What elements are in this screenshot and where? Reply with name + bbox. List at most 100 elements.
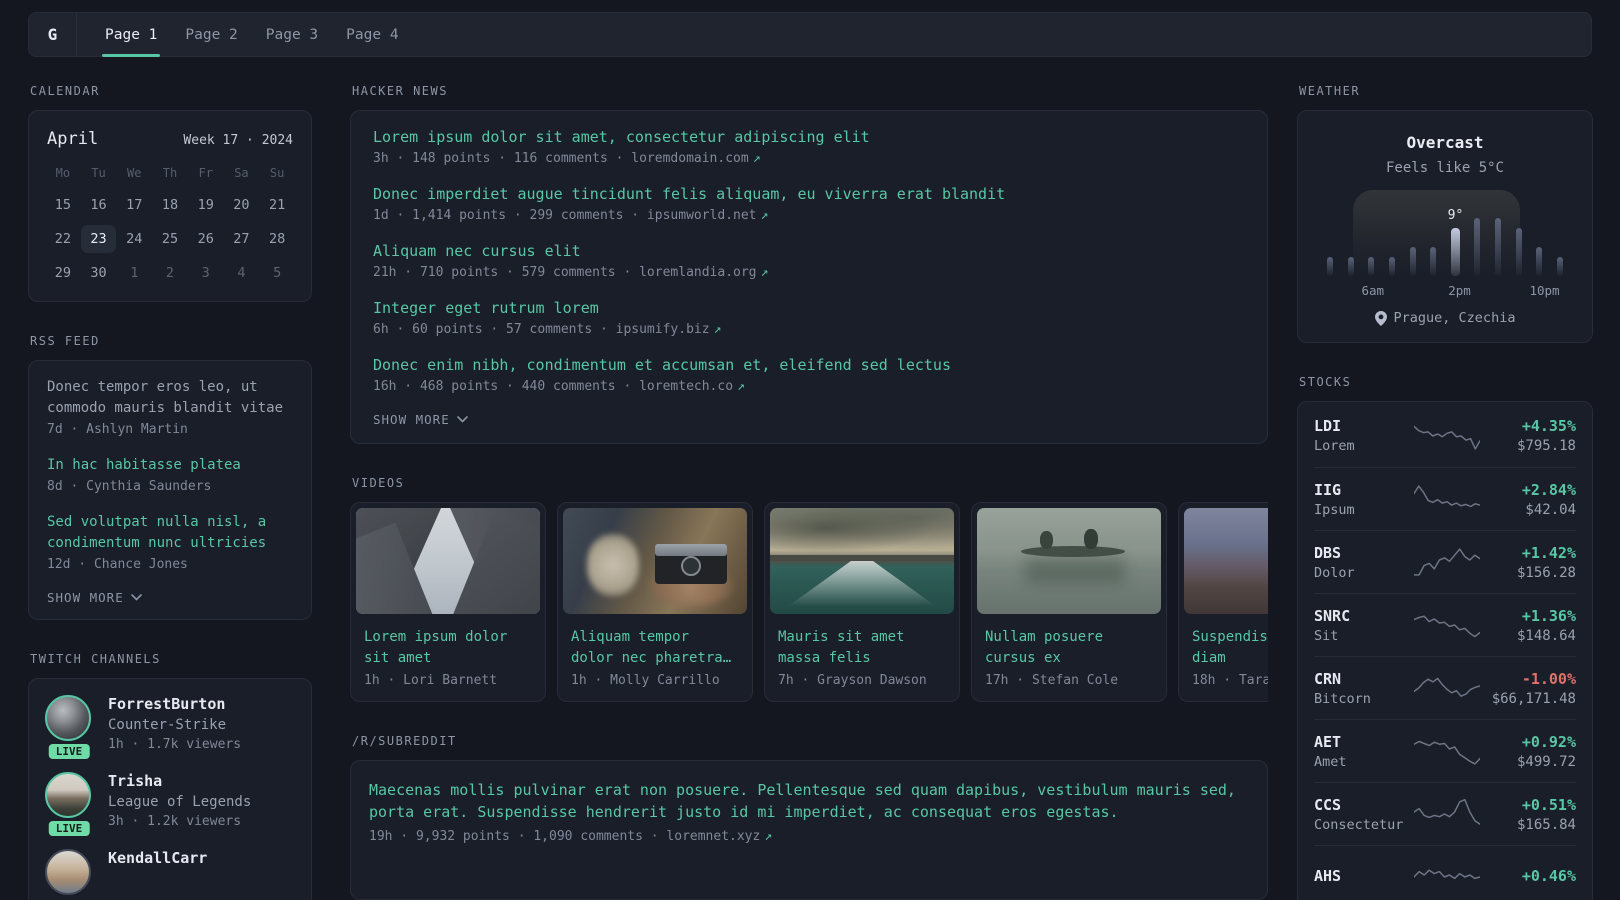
reddit-post-meta: 19h · 9,932 points · 1,090 comments · lo… bbox=[369, 829, 1249, 844]
twitch-channel-row[interactable]: LIVE ForrestBurton Counter-Strike 1h · 1… bbox=[45, 695, 295, 761]
video-thumbnail[interactable] bbox=[977, 508, 1161, 614]
avatar[interactable] bbox=[45, 695, 91, 741]
stock-name: Consectetur bbox=[1314, 816, 1404, 833]
thumbnail-art bbox=[655, 544, 727, 556]
calendar-day: 5 bbox=[273, 265, 282, 281]
stock-id: CCS Consectetur bbox=[1314, 796, 1414, 833]
stock-name: Dolor bbox=[1314, 564, 1355, 581]
calendar-header: April Week 17 · 2024 bbox=[47, 129, 293, 149]
stock-row[interactable]: IIG Ipsum +2.84% $42.04 bbox=[1314, 467, 1576, 530]
calendar-day: 22 bbox=[54, 231, 71, 247]
stock-id: IIG Ipsum bbox=[1314, 481, 1414, 518]
stock-values: +1.36% $148.64 bbox=[1480, 607, 1576, 644]
tab-page-3[interactable]: Page 3 bbox=[252, 13, 332, 56]
hn-item-title[interactable]: Aliquam nec cursus elit bbox=[373, 241, 1245, 261]
subreddit-widget: Maecenas mollis pulvinar erat non posuer… bbox=[350, 760, 1268, 900]
stock-name: Bitcorn bbox=[1314, 690, 1371, 707]
twitch-channel-row[interactable]: LIVE Trisha League of Legends 3h · 1.2k … bbox=[45, 772, 295, 838]
live-badge: LIVE bbox=[46, 819, 92, 838]
twitch-channel-row[interactable]: KendallCarr bbox=[45, 849, 295, 895]
hn-item: Lorem ipsum dolor sit amet, consectetur … bbox=[373, 127, 1245, 166]
thumbnail-art bbox=[777, 561, 947, 614]
hn-item: Donec imperdiet augue tincidunt felis al… bbox=[373, 184, 1245, 223]
reddit-post-title[interactable]: Maecenas mollis pulvinar erat non posuer… bbox=[369, 779, 1249, 823]
show-more-label: SHOW MORE bbox=[47, 590, 124, 605]
hn-item-title[interactable]: Lorem ipsum dolor sit amet, consectetur … bbox=[373, 127, 1245, 147]
calendar-weekday: Tu bbox=[91, 166, 106, 180]
calendar-day: 16 bbox=[90, 197, 107, 213]
external-link-icon: ↗ bbox=[713, 322, 722, 337]
twitch-section-label: TWITCH CHANNELS bbox=[30, 652, 161, 666]
stock-values: +0.92% $499.72 bbox=[1480, 733, 1576, 770]
calendar-day: 17 bbox=[126, 197, 143, 213]
twitch-channel-name[interactable]: Trisha bbox=[108, 772, 251, 790]
video-title[interactable]: Lorem ipsum dolor sit amet consectetu… bbox=[351, 619, 545, 669]
external-link-icon: ↗ bbox=[737, 379, 745, 394]
stock-row[interactable]: CRN Bitcorn -1.00% $66,171.48 bbox=[1314, 656, 1576, 719]
avatar[interactable] bbox=[45, 772, 91, 818]
stocks-section-label: STOCKS bbox=[1299, 375, 1352, 389]
video-thumbnail[interactable] bbox=[770, 508, 954, 614]
tab-page-2[interactable]: Page 2 bbox=[171, 13, 251, 56]
thumbnail-art bbox=[770, 508, 954, 557]
calendar-day: 4 bbox=[237, 265, 246, 281]
video-title[interactable]: Nullam posuere cursus ex bbox=[972, 619, 1166, 669]
stock-row[interactable]: SNRC Sit +1.36% $148.64 bbox=[1314, 593, 1576, 656]
thumbnail-art bbox=[587, 534, 639, 596]
stock-sparkline bbox=[1414, 860, 1480, 894]
video-title[interactable]: Mauris sit amet massa felis bbox=[765, 619, 959, 669]
stock-price: $499.72 bbox=[1516, 753, 1576, 770]
app-logo[interactable]: G bbox=[29, 13, 77, 56]
external-link-icon: ↗ bbox=[764, 829, 773, 844]
video-title[interactable]: Suspendisse diam bbox=[1179, 619, 1268, 669]
stock-symbol: DBS bbox=[1314, 543, 1342, 562]
video-card[interactable]: Aliquam tempor dolor nec pharetra… 1h · … bbox=[557, 502, 753, 702]
weather-time-label: 10pm bbox=[1529, 283, 1560, 298]
weather-condition: Overcast bbox=[1406, 133, 1484, 152]
rss-item-title[interactable]: In hac habitasse platea bbox=[47, 455, 293, 476]
hn-show-more-button[interactable]: SHOW MORE bbox=[373, 412, 1245, 427]
weather-bar bbox=[1474, 218, 1481, 276]
twitch-channel-game: Counter-Strike bbox=[108, 717, 227, 733]
tab-page-4[interactable]: Page 4 bbox=[332, 13, 412, 56]
reddit-post: Maecenas mollis pulvinar erat non posuer… bbox=[369, 779, 1249, 844]
hn-item-title[interactable]: Donec enim nibh, condimentum et accumsan… bbox=[373, 355, 1245, 375]
hn-item-meta: 16h · 468 points · 440 comments · loremt… bbox=[373, 379, 1245, 394]
stock-row[interactable]: AET Amet +0.92% $499.72 bbox=[1314, 719, 1576, 782]
video-thumbnail[interactable] bbox=[1184, 508, 1268, 614]
tab-page-1[interactable]: Page 1 bbox=[91, 13, 171, 57]
rss-item-title[interactable]: Sed volutpat nulla nisl, a condimentum n… bbox=[47, 512, 293, 554]
stock-row[interactable]: AHS +0.46% bbox=[1314, 845, 1576, 900]
rss-item: Donec tempor eros leo, ut commodo mauris… bbox=[47, 377, 293, 437]
rss-item-title[interactable]: Donec tempor eros leo, ut commodo mauris… bbox=[47, 377, 293, 419]
weather-bar bbox=[1556, 257, 1563, 276]
videos-row: Lorem ipsum dolor sit amet consectetu… 1… bbox=[350, 502, 1268, 702]
stock-price: $42.04 bbox=[1525, 501, 1576, 518]
stock-name: Ipsum bbox=[1314, 501, 1355, 518]
rss-item-meta: 8d · Cynthia Saunders bbox=[47, 479, 212, 494]
weather-bar bbox=[1388, 257, 1395, 276]
rss-show-more-button[interactable]: SHOW MORE bbox=[47, 590, 293, 605]
hn-item-title[interactable]: Donec imperdiet augue tincidunt felis al… bbox=[373, 184, 1245, 204]
video-meta: 1h · Molly Carrillo bbox=[571, 673, 720, 688]
stock-values: +0.46% bbox=[1480, 867, 1576, 888]
video-card[interactable]: Mauris sit amet massa felis 7h · Grayson… bbox=[764, 502, 960, 702]
stock-change: +1.36% bbox=[1521, 606, 1576, 625]
video-card[interactable]: Lorem ipsum dolor sit amet consectetu… 1… bbox=[350, 502, 546, 702]
avatar[interactable] bbox=[45, 849, 91, 895]
stock-symbol: CCS bbox=[1314, 795, 1342, 814]
stock-sparkline bbox=[1414, 671, 1480, 705]
stock-price: $165.84 bbox=[1516, 816, 1576, 833]
video-card[interactable]: Nullam posuere cursus ex 17h · Stefan Co… bbox=[971, 502, 1167, 702]
stock-row[interactable]: DBS Dolor +1.42% $156.28 bbox=[1314, 530, 1576, 593]
video-thumbnail[interactable] bbox=[563, 508, 747, 614]
weather-location: Prague, Czechia bbox=[1316, 310, 1574, 326]
video-card[interactable]: Suspendisse diam 18h · Tara bbox=[1178, 502, 1268, 702]
video-thumbnail[interactable] bbox=[356, 508, 540, 614]
stock-row[interactable]: LDI Lorem +4.35% $795.18 bbox=[1314, 404, 1576, 467]
hn-item-title[interactable]: Integer eget rutrum lorem bbox=[373, 298, 1245, 318]
twitch-channel-name[interactable]: KendallCarr bbox=[108, 849, 207, 867]
stock-row[interactable]: CCS Consectetur +0.51% $165.84 bbox=[1314, 782, 1576, 845]
twitch-channel-name[interactable]: ForrestBurton bbox=[108, 695, 241, 713]
video-title[interactable]: Aliquam tempor dolor nec pharetra… bbox=[558, 619, 752, 669]
